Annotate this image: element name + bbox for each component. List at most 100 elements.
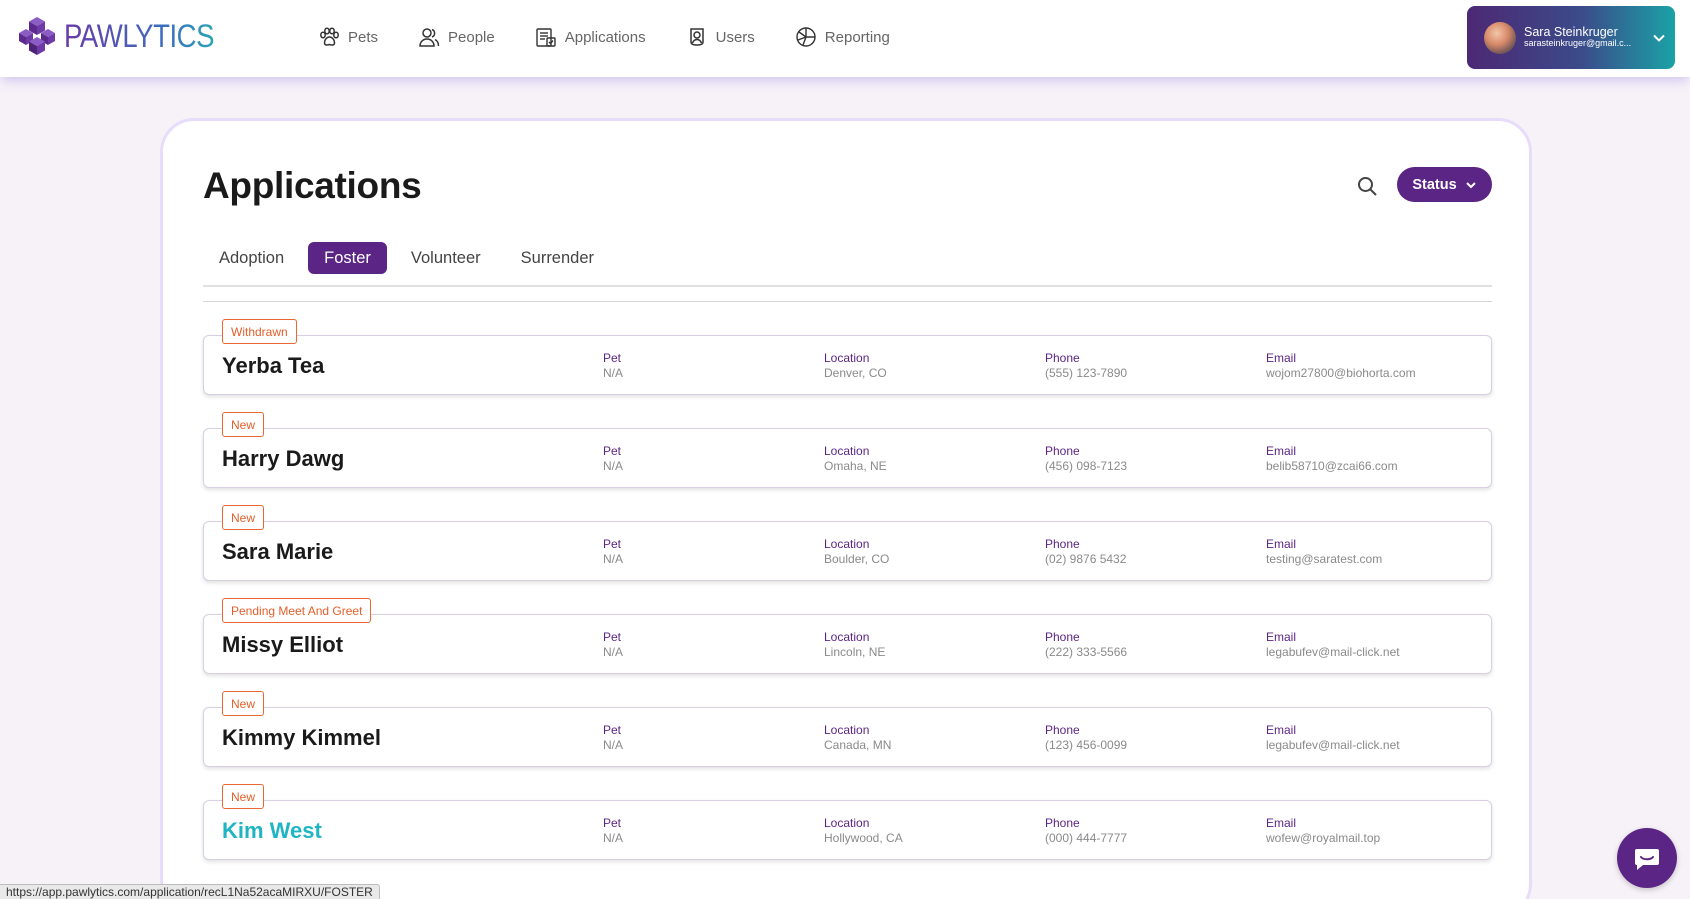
nav-label-pets: Pets <box>348 28 379 46</box>
avatar <box>1484 21 1516 54</box>
application-row[interactable]: Pending Meet And Greet Missy Elliot Pet … <box>203 598 1492 674</box>
pet-value: N/A <box>603 645 624 659</box>
email-value: testing@saratest.com <box>1266 552 1383 566</box>
email-value: belib58710@zcai66.com <box>1266 459 1398 473</box>
applicant-name[interactable]: Yerba Tea <box>222 353 324 379</box>
location-value: Omaha, NE <box>824 459 887 473</box>
application-row[interactable]: New Harry Dawg Pet N/A Location Omaha, N… <box>203 412 1492 488</box>
phone-value: (555) 123-7890 <box>1045 366 1128 380</box>
pet-value: N/A <box>603 459 624 473</box>
phone-field: Phone (123) 456-0099 <box>1045 723 1127 753</box>
status-badge: New <box>222 412 265 437</box>
chevron-down-icon <box>1465 181 1476 188</box>
email-field: Email wojom27800@biohorta.com <box>1266 351 1416 381</box>
location-value: Canada, MN <box>824 738 892 752</box>
location-value: Denver, CO <box>824 366 887 380</box>
pet-field: Pet N/A <box>603 630 623 660</box>
status-badge: New <box>222 691 265 716</box>
email-label: Email <box>1266 537 1297 551</box>
reporting-icon <box>796 27 816 47</box>
nav-label-people: People <box>448 28 495 46</box>
location-label: Location <box>824 537 870 551</box>
top-navigation-bar: PAWLYTICS Pets People Applications Users… <box>0 0 1690 77</box>
pet-value: N/A <box>603 366 624 380</box>
tab-surrender[interactable]: Surrender <box>505 242 610 274</box>
email-field: Email legabufev@mail-click.net <box>1266 630 1400 660</box>
phone-field: Phone (222) 333-5566 <box>1045 630 1127 660</box>
location-label: Location <box>824 816 870 830</box>
pet-label: Pet <box>603 723 622 737</box>
application-row[interactable]: New Sara Marie Pet N/A Location Boulder,… <box>203 505 1492 581</box>
pet-field: Pet N/A <box>603 444 623 474</box>
phone-value: (000) 444-7777 <box>1045 831 1128 845</box>
cubes-logo-icon <box>19 17 55 55</box>
brand-logo[interactable]: PAWLYTICS <box>14 13 238 59</box>
status-filter-label: Status <box>1412 176 1457 193</box>
user-email: sarasteinkruger@gmail.c... <box>1524 39 1632 49</box>
search-button[interactable] <box>1355 174 1381 200</box>
applicant-name[interactable]: Missy Elliot <box>222 632 343 658</box>
browser-status-url: https://app.pawlytics.com/application/re… <box>0 884 380 899</box>
pet-label: Pet <box>603 816 622 830</box>
phone-label: Phone <box>1045 537 1080 551</box>
applicant-name[interactable]: Sara Marie <box>222 539 333 565</box>
applications-icon <box>536 28 556 47</box>
nav-item-reporting[interactable]: Reporting <box>795 26 890 48</box>
email-label: Email <box>1266 444 1297 458</box>
phone-field: Phone (000) 444-7777 <box>1045 816 1127 846</box>
phone-value: (222) 333-5566 <box>1045 645 1128 659</box>
email-label: Email <box>1266 630 1297 644</box>
location-field: Location Hollywood, CA <box>824 816 903 846</box>
location-field: Location Canada, MN <box>824 723 891 753</box>
tab-foster[interactable]: Foster <box>308 242 387 274</box>
brand-name: PAWLYTICS <box>64 17 215 54</box>
list-divider <box>203 301 1492 302</box>
page-title: Applications <box>203 165 422 206</box>
phone-field: Phone (02) 9876 5432 <box>1045 537 1126 567</box>
phone-label: Phone <box>1045 351 1080 365</box>
applicant-name[interactable]: Harry Dawg <box>222 446 344 472</box>
phone-value: (02) 9876 5432 <box>1045 552 1127 566</box>
chat-button[interactable] <box>1617 828 1677 888</box>
location-label: Location <box>824 723 870 737</box>
application-row[interactable]: New Kim West Pet N/A Location Hollywood,… <box>203 784 1492 860</box>
location-field: Location Omaha, NE <box>824 444 887 474</box>
tab-adoption[interactable]: Adoption <box>203 242 300 274</box>
user-name: Sara Steinkruger <box>1524 26 1618 40</box>
email-label: Email <box>1266 816 1297 830</box>
pet-value: N/A <box>603 831 624 845</box>
pet-field: Pet N/A <box>603 816 623 846</box>
pet-value: N/A <box>603 552 624 566</box>
email-label: Email <box>1266 723 1297 737</box>
phone-label: Phone <box>1045 444 1080 458</box>
applicant-name[interactable]: Kimmy Kimmel <box>222 725 381 751</box>
email-field: Email legabufev@mail-click.net <box>1266 723 1400 753</box>
pet-field: Pet N/A <box>603 723 623 753</box>
nav-item-pets[interactable]: Pets <box>318 26 378 48</box>
search-icon <box>1358 177 1377 196</box>
status-filter-button[interactable]: Status <box>1397 167 1492 202</box>
status-badge: Withdrawn <box>222 319 297 344</box>
email-value: legabufev@mail-click.net <box>1266 645 1400 659</box>
nav-item-people[interactable]: People <box>418 26 495 48</box>
email-field: Email testing@saratest.com <box>1266 537 1382 567</box>
status-badge: Pending Meet And Greet <box>222 598 372 623</box>
email-label: Email <box>1266 351 1297 365</box>
applicant-name[interactable]: Kim West <box>222 818 322 844</box>
location-label: Location <box>824 444 870 458</box>
nav-item-applications[interactable]: Applications <box>535 26 646 48</box>
chat-bubble-icon <box>1635 849 1659 870</box>
main-nav: Pets People Applications Users Reporting <box>318 0 890 74</box>
tab-volunteer[interactable]: Volunteer <box>395 242 497 274</box>
pet-label: Pet <box>603 444 622 458</box>
nav-item-users[interactable]: Users <box>686 26 755 48</box>
users-icon <box>689 28 704 46</box>
applications-panel: Applications Status Adoption Foster Volu… <box>160 118 1532 899</box>
application-type-tabs: Adoption Foster Volunteer Surrender <box>203 242 610 274</box>
user-menu[interactable]: Sara Steinkruger sarasteinkruger@gmail.c… <box>1467 6 1675 69</box>
nav-label-users: Users <box>715 28 755 46</box>
email-value: legabufev@mail-click.net <box>1266 738 1400 752</box>
application-row[interactable]: Withdrawn Yerba Tea Pet N/A Location Den… <box>203 319 1492 395</box>
location-value: Hollywood, CA <box>824 831 903 845</box>
application-row[interactable]: New Kimmy Kimmel Pet N/A Location Canada… <box>203 691 1492 767</box>
